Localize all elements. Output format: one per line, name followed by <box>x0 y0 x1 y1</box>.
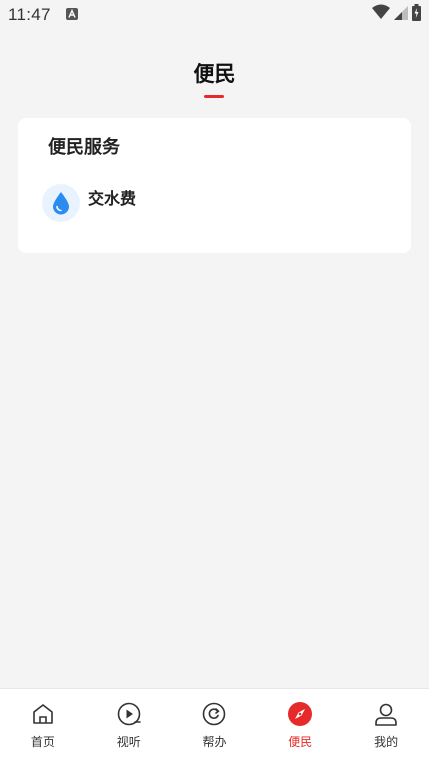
home-icon <box>30 701 56 727</box>
user-icon <box>373 701 399 727</box>
wifi-icon <box>372 4 390 24</box>
status-time: 11:47 <box>8 5 51 24</box>
service-item-label: 交水费 <box>88 189 137 208</box>
nav-label-convenience: 便民 <box>288 735 313 749</box>
app-screen: 11:47 便民 便民服务 交水费 首页 视听 帮办 便民 我的 <box>0 0 429 764</box>
a-letter-icon <box>66 8 78 20</box>
status-bar: 11:47 <box>0 0 429 30</box>
card-title: 便民服务 <box>48 137 120 158</box>
water-drop-icon <box>42 184 80 222</box>
nav-label-media: 视听 <box>116 735 141 749</box>
nav-label-home: 首页 <box>30 735 55 749</box>
nav-item-assist[interactable]: 帮办 <box>172 689 258 764</box>
nav-label-assist: 帮办 <box>202 735 227 749</box>
refresh-circle-icon <box>201 701 227 727</box>
battery-charging-icon <box>412 3 421 25</box>
nav-item-home[interactable]: 首页 <box>0 689 86 764</box>
nav-label-profile: 我的 <box>374 735 399 749</box>
play-circle-icon <box>116 701 142 727</box>
nav-item-profile[interactable]: 我的 <box>343 689 429 764</box>
compass-icon <box>287 701 313 727</box>
nav-item-convenience[interactable]: 便民 <box>257 689 343 764</box>
services-card: 便民服务 交水费 <box>18 118 411 253</box>
title-underline <box>204 95 224 98</box>
nav-item-media[interactable]: 视听 <box>86 689 172 764</box>
service-item-water-bill[interactable]: 交水费 <box>42 184 136 222</box>
bottom-nav: 首页 视听 帮办 便民 我的 <box>0 688 429 764</box>
page-title: 便民 <box>193 62 236 86</box>
status-icons <box>372 3 421 25</box>
signal-icon <box>394 5 408 24</box>
